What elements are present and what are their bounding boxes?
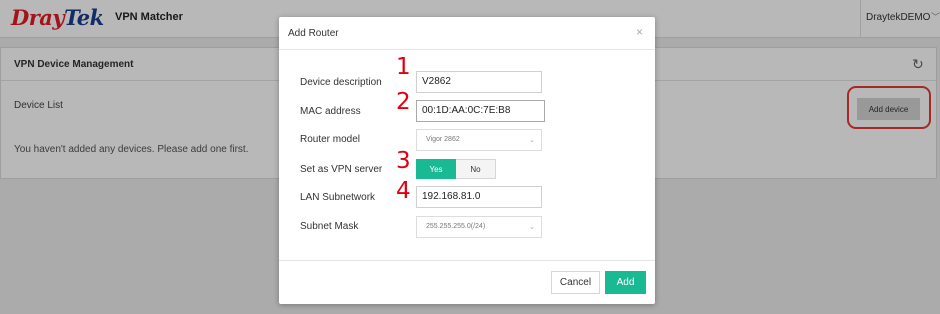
dialog-title: Add Router — [288, 28, 339, 39]
annotation-number-4: 4 — [396, 178, 411, 204]
router-model-select[interactable]: Vigor 2862 ⌄ — [416, 129, 542, 151]
annotation-number-2: 2 — [396, 89, 411, 115]
vpn-server-yes-button[interactable]: Yes — [416, 159, 456, 179]
mac-address-input[interactable]: 00:1D:AA:0C:7E:B8 — [416, 100, 545, 122]
router-model-label: Router model — [300, 134, 361, 145]
device-description-label: Device description — [300, 77, 382, 88]
vpn-server-toggle: Yes No — [416, 159, 496, 179]
close-icon[interactable]: × — [636, 25, 643, 39]
add-router-dialog: Add Router × Device description V2862 MA… — [279, 17, 655, 304]
subnet-mask-label: Subnet Mask — [300, 221, 359, 232]
vpn-server-label: Set as VPN server — [300, 164, 383, 175]
subnet-mask-value: 255.255.255.0(/24) — [426, 223, 486, 230]
dialog-footer: Cancel Add — [279, 260, 655, 304]
router-model-value: Vigor 2862 — [426, 136, 460, 143]
subnet-mask-select[interactable]: 255.255.255.0(/24) ⌄ — [416, 216, 542, 238]
dialog-header: Add Router × — [279, 17, 655, 50]
add-button[interactable]: Add — [605, 271, 646, 294]
chevron-down-icon: ⌄ — [529, 137, 535, 144]
chevron-down-icon: ⌄ — [529, 224, 535, 231]
annotation-number-1: 1 — [396, 54, 411, 80]
cancel-button[interactable]: Cancel — [551, 271, 600, 294]
lan-subnetwork-input[interactable]: 192.168.81.0 — [416, 186, 542, 208]
lan-subnetwork-label: LAN Subnetwork — [300, 192, 376, 203]
device-description-input[interactable]: V2862 — [416, 71, 542, 93]
vpn-server-no-button[interactable]: No — [456, 159, 496, 179]
mac-address-label: MAC address — [300, 106, 361, 117]
annotation-number-3: 3 — [396, 148, 411, 174]
